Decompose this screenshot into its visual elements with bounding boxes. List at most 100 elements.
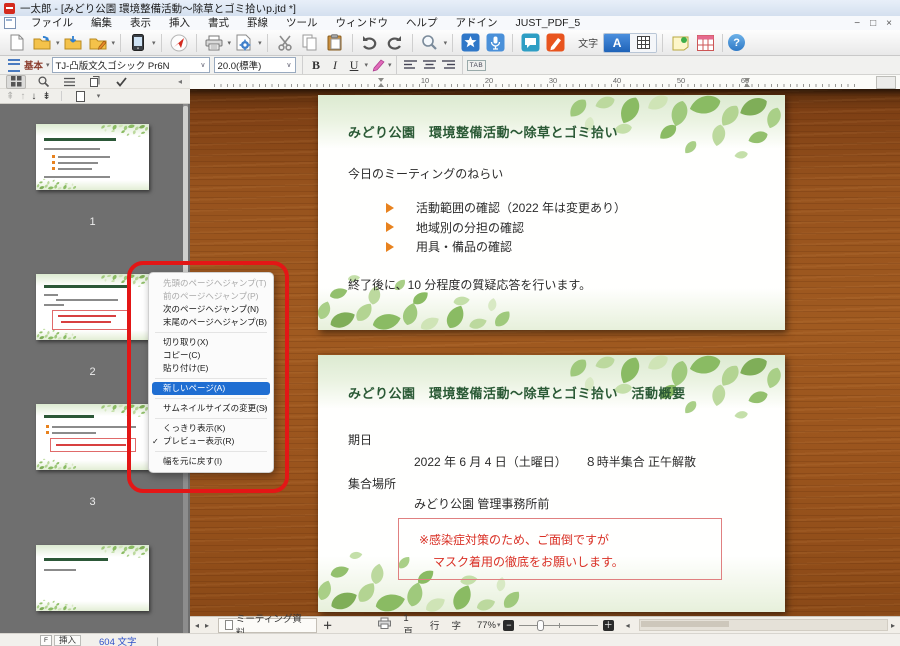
print-settings-dropdown-icon[interactable]: ▾ [258, 39, 262, 47]
zoom-level[interactable]: 77% [477, 620, 496, 631]
horizontal-scrollbar[interactable] [639, 619, 888, 631]
print-dropdown-icon[interactable]: ▾ [228, 39, 232, 47]
restore-icon[interactable]: □ [870, 18, 876, 29]
help-icon[interactable]: ? [728, 34, 745, 51]
menu-edit[interactable]: 編集 [82, 16, 121, 30]
char-mode-label: 文字 [578, 35, 598, 50]
italic-button[interactable]: I [326, 57, 345, 73]
collapse-panel-icon[interactable]: ◂ [178, 77, 190, 86]
ruler-tick: 40 [613, 76, 621, 85]
ruler-end-button[interactable] [876, 76, 896, 89]
chat-icon[interactable] [518, 32, 542, 54]
menu-help[interactable]: ヘルプ [397, 16, 447, 30]
list-view-icon[interactable] [60, 76, 78, 88]
left-margin-marker[interactable] [378, 78, 385, 87]
close-icon[interactable]: × [886, 18, 892, 29]
save-as-dropdown-icon[interactable]: ▾ [112, 39, 116, 47]
thumbnail-view-icon[interactable] [6, 75, 26, 89]
menu-insert[interactable]: 挿入 [160, 16, 199, 30]
mobile-view-icon[interactable] [126, 32, 150, 54]
mobile-dropdown-icon[interactable]: ▾ [152, 39, 156, 47]
print-preview-icon[interactable] [378, 618, 391, 632]
underline-button[interactable]: U [345, 57, 364, 73]
zoom-slider[interactable] [519, 620, 598, 631]
style-preset-label[interactable]: 基本 [24, 58, 43, 72]
zoom-out-button[interactable]: − [503, 620, 514, 631]
copy-icon[interactable] [298, 32, 322, 54]
hscroll-left-icon[interactable]: ◂ [623, 621, 633, 630]
jump-next-page-icon[interactable]: ↓ [31, 91, 36, 102]
page-number-label: 3 [0, 496, 185, 508]
new-document-icon[interactable] [5, 32, 29, 54]
layout-grid-icon[interactable] [693, 32, 717, 54]
insert-mode-indicator[interactable]: 挿入 [54, 635, 81, 646]
tab-scroll-left-icon[interactable]: ◂ [192, 621, 202, 630]
search-dropdown-icon[interactable]: ▾ [444, 39, 448, 47]
print-settings-icon[interactable] [232, 32, 256, 54]
sheet-tab[interactable]: ミーティング資料 [218, 618, 317, 633]
page-options-dropdown-icon[interactable]: ▾ [97, 92, 101, 100]
page-search-icon[interactable] [34, 76, 52, 88]
main-toolbar: ▾ ▾ ▾ ▾ ▾ [0, 30, 900, 56]
jump-last-page-icon[interactable]: ⇟ [42, 91, 50, 102]
right-margin-marker[interactable] [744, 78, 751, 87]
zoom-dropdown-icon[interactable]: ▾ [497, 621, 501, 629]
menu-format[interactable]: 書式 [199, 16, 238, 30]
mic-icon[interactable] [483, 32, 507, 54]
add-sheet-button[interactable]: ＋ [317, 618, 339, 632]
bullet-arrow-icon [386, 242, 394, 252]
print-icon[interactable] [202, 32, 226, 54]
align-center-button[interactable] [420, 57, 439, 73]
document-icon[interactable] [4, 17, 16, 29]
font-size-select[interactable]: 20.0(標準)∨ [214, 57, 296, 73]
tab-ruler-button[interactable]: TAB [467, 60, 487, 71]
check-pages-icon[interactable] [112, 76, 130, 88]
preset-dropdown-icon[interactable]: ▾ [46, 61, 50, 69]
grid-mode-button[interactable] [630, 34, 656, 52]
save-icon[interactable] [61, 32, 85, 54]
font-family-select[interactable]: TJ-凸版文久ゴシック Pr6N∨ [52, 57, 210, 73]
marker-button[interactable] [368, 57, 387, 73]
open-folder-icon[interactable] [30, 32, 54, 54]
page-layout-icon[interactable] [86, 76, 104, 88]
ruler-tick: 10 [421, 76, 429, 85]
hscroll-right-icon[interactable]: ▸ [888, 621, 898, 630]
sticky-note-icon[interactable] [668, 32, 692, 54]
menu-file[interactable]: ファイル [22, 16, 82, 30]
open-dropdown-icon[interactable]: ▾ [56, 39, 60, 47]
align-right-button[interactable] [439, 57, 458, 73]
minimize-icon[interactable]: − [854, 18, 860, 29]
menu-tools[interactable]: ツール [277, 16, 327, 30]
page-thumbnail-4[interactable] [36, 545, 149, 611]
page-thumbnail-1[interactable] [36, 124, 149, 190]
menu-view[interactable]: 表示 [121, 16, 160, 30]
menu-just-pdf[interactable]: JUST_PDF_5 [507, 16, 590, 30]
bold-button[interactable]: B [307, 57, 326, 73]
char-mode-button[interactable]: A [604, 34, 630, 52]
title-bar: 一太郎 - [みどり公園 環境整備活動～除草とゴミ拾いp.jtd *] [0, 0, 900, 16]
horizontal-ruler[interactable]: 10 20 30 40 50 60 [190, 75, 900, 90]
zoom-slider-handle[interactable] [537, 620, 544, 631]
search-icon[interactable] [418, 32, 442, 54]
redo-icon[interactable] [383, 32, 407, 54]
menu-addin[interactable]: アドイン [447, 16, 507, 30]
menu-ruled-line[interactable]: 罫線 [238, 16, 277, 30]
document-page-1[interactable]: みどり公園 環境整備活動～除草とゴミ拾い 今日のミーティングのねらい 活動範囲の… [318, 95, 785, 330]
pen-tool-icon[interactable] [543, 32, 567, 54]
page-options-icon[interactable] [72, 90, 90, 102]
zoom-in-button[interactable]: ＋ [603, 620, 614, 631]
align-left-button[interactable] [401, 57, 420, 73]
cut-icon[interactable] [273, 32, 297, 54]
navigation-icon[interactable] [167, 32, 191, 54]
undo-icon[interactable] [358, 32, 382, 54]
document-page-2[interactable]: みどり公園 環境整備活動～除草とゴミ拾い 活動概要 期日 2022 年 6 月 … [318, 355, 785, 612]
addon-icon[interactable] [458, 32, 482, 54]
ruler-tick: 20 [485, 76, 493, 85]
marker-dropdown-icon[interactable]: ▾ [388, 61, 392, 69]
page-number-label: 1 [0, 216, 185, 228]
save-as-icon[interactable] [86, 32, 110, 54]
tab-scroll-right-icon[interactable]: ▸ [202, 621, 212, 630]
paste-icon[interactable] [323, 32, 347, 54]
toolbar-menu-icon[interactable] [8, 59, 20, 72]
menu-window[interactable]: ウィンドウ [327, 16, 398, 30]
